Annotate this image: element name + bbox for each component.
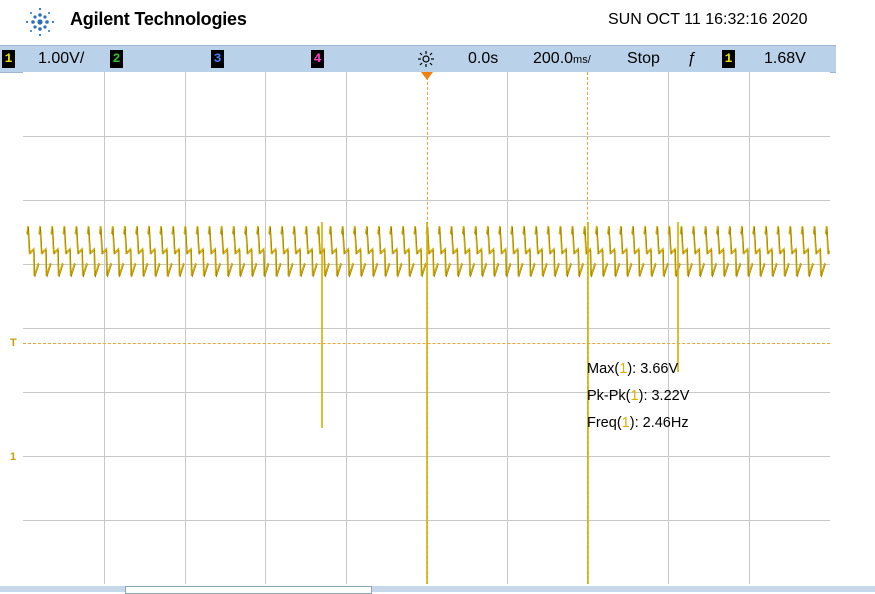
trigger-level-marker[interactable]: T: [10, 337, 17, 349]
ch1-scale[interactable]: 1.00V/: [38, 49, 84, 69]
ch4-indicator[interactable]: 4: [311, 50, 324, 68]
measurement-pkpk: Pk-Pk(1): 3.22V: [587, 388, 690, 404]
measurement-freq-channel: 1: [621, 415, 630, 431]
ch1-indicator[interactable]: 1: [2, 50, 15, 68]
brand-name: Agilent Technologies: [70, 9, 247, 29]
waveform-display: Max(1): 3.66V Pk-Pk(1): 3.22V Freq(1): 2…: [23, 72, 830, 584]
timebase-unit: ms/: [573, 54, 591, 66]
measurement-freq-name: Freq: [587, 415, 617, 431]
timebase-readout[interactable]: 200.0ms/: [533, 49, 591, 70]
agilent-spark-logo-icon: [25, 7, 55, 37]
run-state[interactable]: Stop: [627, 49, 660, 69]
measurement-pkpk-name: Pk-Pk: [587, 388, 626, 404]
measurement-pkpk-value: : 3.22V: [643, 388, 690, 404]
trigger-slope-icon: ƒ: [687, 50, 696, 67]
measurement-freq: Freq(1): 2.46Hz: [587, 415, 689, 431]
scope-status-bar: 1 1.00V/ 2 3 4 0.0s 200.0ms/ Stop ƒ 1 1.…: [0, 45, 836, 73]
measurement-max-value: : 3.66V: [632, 361, 679, 377]
timebase-value: 200.0: [533, 50, 574, 67]
measurement-pkpk-channel: 1: [630, 388, 639, 404]
softkey-field[interactable]: [125, 586, 372, 594]
ch1-ground-marker[interactable]: 1: [10, 451, 16, 463]
measurement-max-name: Max: [587, 361, 615, 377]
ch1-waveform-trace: [26, 222, 830, 584]
header-bar: Agilent Technologies SUN OCT 11 16:32:16…: [0, 0, 875, 44]
ch2-indicator[interactable]: 2: [110, 50, 123, 68]
measurement-max: Max(1): 3.66V: [587, 361, 679, 377]
trigger-level-readout[interactable]: 1.68V: [764, 49, 806, 69]
measurement-freq-value: : 2.46Hz: [634, 415, 689, 431]
delay-sun-icon: [418, 51, 434, 67]
trigger-source-indicator[interactable]: 1: [722, 50, 735, 68]
delay-readout[interactable]: 0.0s: [468, 49, 498, 69]
measurement-max-channel: 1: [619, 361, 628, 377]
ch3-indicator[interactable]: 3: [211, 50, 224, 68]
datetime-readout: SUN OCT 11 16:32:16 2020: [608, 11, 808, 28]
